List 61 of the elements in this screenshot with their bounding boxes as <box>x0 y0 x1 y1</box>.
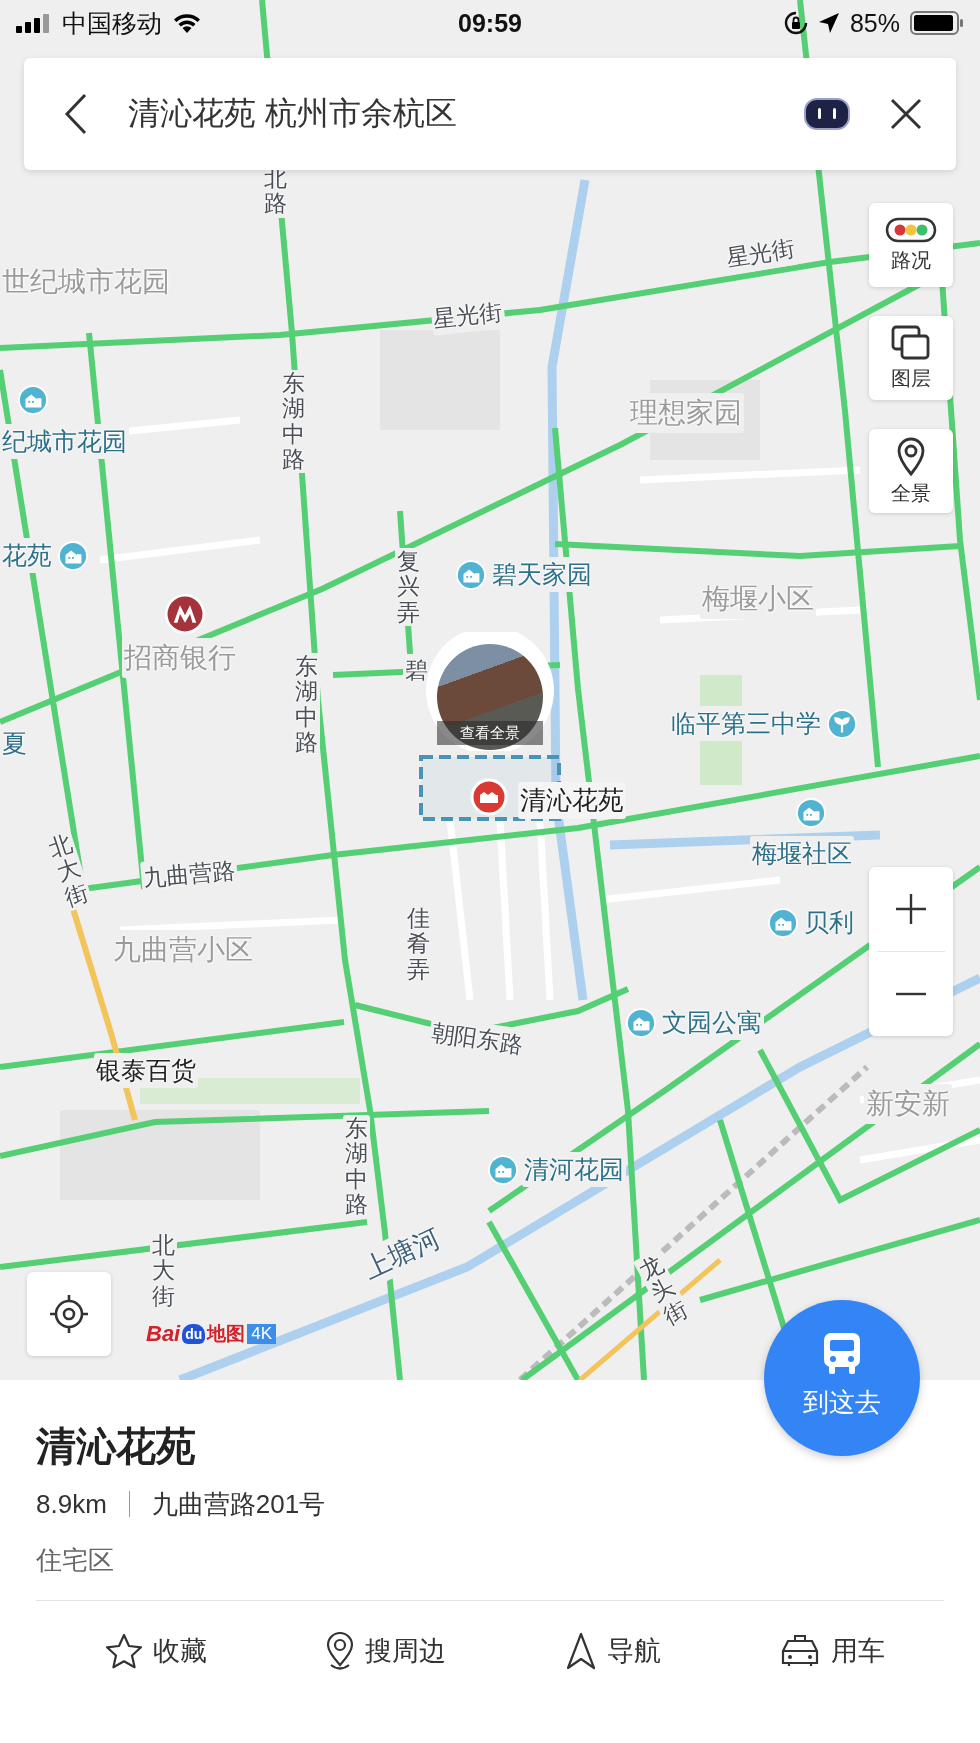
signal-icon <box>16 13 52 33</box>
car-action[interactable]: 用车 <box>770 1623 893 1679</box>
street-label: 北大街 <box>150 1232 177 1310</box>
location-pin-icon <box>896 435 926 476</box>
bus-icon <box>822 1330 862 1375</box>
nearby-action[interactable]: 搜周边 <box>317 1623 455 1679</box>
star-action[interactable]: 收藏 <box>97 1623 216 1679</box>
place-label[interactable]: 花苑 <box>0 538 54 573</box>
residence-icon <box>768 907 798 938</box>
residence-icon <box>796 798 826 828</box>
star-icon <box>105 1633 144 1669</box>
distance-text: 8.9km <box>36 1488 107 1521</box>
place-label[interactable]: 招商银行 <box>122 638 238 678</box>
place-label[interactable]: 纪城市花园 <box>0 424 129 459</box>
carrier-name: 中国移动 <box>62 7 162 39</box>
wifi-icon <box>172 12 202 34</box>
residence-marker-icon <box>470 778 508 816</box>
back-icon <box>64 93 88 135</box>
battery-percent: 85% <box>849 8 900 38</box>
street-label: 佳肴弄 <box>405 905 432 983</box>
school-icon <box>827 708 857 739</box>
location-pin-icon <box>325 1631 356 1671</box>
layers-icon <box>891 324 931 361</box>
residence-icon <box>626 1007 656 1038</box>
place-label[interactable]: 清河花园 <box>522 1152 626 1187</box>
map-logo: Bai du 地图 4K <box>146 1321 277 1347</box>
place-label[interactable]: 新安新 <box>864 1084 952 1124</box>
traffic-light-icon <box>885 216 937 243</box>
traffic-button[interactable]: 路况 <box>869 203 953 287</box>
residence-icon <box>488 1154 518 1185</box>
rotation-lock-icon <box>783 11 808 35</box>
navigation-arrow-icon <box>564 1632 597 1670</box>
place-label[interactable]: 理想家园 <box>628 393 744 433</box>
clock-time: 09:59 <box>458 8 522 38</box>
locate-button[interactable] <box>27 1272 111 1356</box>
robot-icon <box>804 98 850 130</box>
close-icon <box>890 98 922 130</box>
navigate-action[interactable]: 导航 <box>556 1623 669 1679</box>
place-name: 清沁花苑 <box>36 1423 197 1470</box>
panorama-button[interactable]: 全景 <box>869 429 953 513</box>
category-text: 住宅区 <box>36 1544 115 1577</box>
plus-icon <box>896 894 926 924</box>
assistant-button[interactable] <box>804 98 850 130</box>
residence-icon <box>18 385 48 415</box>
place-label[interactable]: 临平第三中学 <box>669 706 823 741</box>
close-button[interactable] <box>890 98 922 130</box>
selected-place-label[interactable]: 清沁花苑 <box>518 782 626 819</box>
address-text: 九曲营路201号 <box>151 1488 326 1521</box>
panorama-caption[interactable]: 查看全景 <box>437 721 543 745</box>
locate-icon <box>49 1294 89 1334</box>
street-label: 复兴弄 <box>395 548 422 626</box>
street-label: 东湖中路 <box>280 370 307 474</box>
metro-icon <box>165 594 205 634</box>
battery-icon <box>910 11 964 35</box>
layers-button[interactable]: 图层 <box>869 316 953 400</box>
minus-icon <box>896 992 926 996</box>
residence-icon <box>58 540 88 571</box>
back-button[interactable] <box>64 93 88 135</box>
location-arrow-icon <box>817 12 840 34</box>
residence-icon <box>456 559 486 590</box>
place-label[interactable]: 银泰百货 <box>94 1053 198 1088</box>
